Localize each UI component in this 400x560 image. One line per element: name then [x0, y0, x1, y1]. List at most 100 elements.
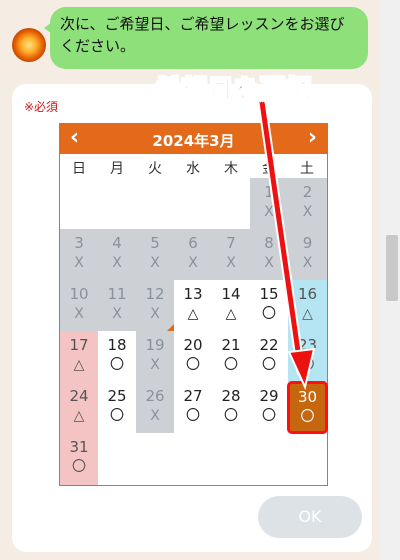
- day-number: 29: [259, 387, 279, 405]
- availability-mark: 〇: [262, 306, 276, 322]
- availability-mark: X: [150, 306, 160, 322]
- availability-mark: 〇: [186, 408, 200, 424]
- day-number: 22: [259, 336, 279, 354]
- day-number: 20: [183, 336, 203, 354]
- availability-mark: 〇: [262, 408, 276, 424]
- required-label: ※必須: [24, 100, 59, 114]
- weekday-fri: 金: [262, 161, 276, 177]
- availability-mark: X: [112, 255, 122, 271]
- availability-mark: X: [302, 255, 313, 271]
- availability-mark: X: [112, 306, 122, 322]
- day-cell[interactable]: 31 〇: [60, 433, 98, 485]
- day-number: 14: [221, 285, 241, 303]
- availability-mark: △: [73, 357, 85, 373]
- day-cell: 6X: [174, 229, 212, 280]
- day-cell: 4X: [98, 229, 136, 280]
- annotation-label: 希望日を選択: [155, 75, 313, 105]
- day-cell: 2 X: [288, 178, 327, 229]
- ok-button[interactable]: OK: [258, 496, 362, 538]
- day-cell: 1 X: [250, 178, 288, 229]
- day-cell: 12 X: [136, 280, 174, 331]
- day-cell[interactable]: 13 △: [174, 280, 212, 331]
- weekday-tue: 火: [148, 161, 162, 177]
- day-cell[interactable]: 22 〇: [250, 331, 288, 382]
- day-cell: 26 X: [136, 382, 174, 433]
- availability-mark: X: [264, 255, 274, 271]
- day-number: 6: [188, 234, 198, 252]
- availability-mark: X: [74, 255, 84, 271]
- availability-mark: X: [150, 255, 160, 271]
- day-cell[interactable]: 25 〇: [98, 382, 136, 433]
- day-number: 3: [74, 234, 84, 252]
- day-number: 23: [297, 336, 318, 354]
- day-cell: 11 X: [98, 280, 136, 331]
- chat-message: 次に、ご希望日、ご希望レッスンをお選びください。: [60, 15, 345, 55]
- next-month-button[interactable]: ›: [308, 126, 317, 150]
- availability-mark: X: [264, 204, 274, 220]
- day-cell[interactable]: 17 △: [60, 331, 98, 382]
- day-number: 16: [297, 285, 318, 303]
- day-cell[interactable]: 15 〇: [250, 280, 288, 331]
- availability-mark: X: [226, 255, 236, 271]
- day-number: 26: [145, 387, 165, 405]
- day-cell[interactable]: 20 〇: [174, 331, 212, 382]
- avatar: [12, 28, 46, 62]
- day-cell[interactable]: 29 〇: [250, 382, 288, 433]
- day-cell: 8X: [250, 229, 288, 280]
- scrollbar-thumb[interactable]: [386, 235, 398, 301]
- calendar-header: ‹ 2024年3月 ›: [60, 124, 327, 154]
- chat-bubble: 次に、ご希望日、ご希望レッスンをお選びください。: [50, 7, 368, 69]
- availability-mark: X: [150, 408, 160, 424]
- availability-mark: 〇: [110, 408, 124, 424]
- availability-mark: X: [74, 306, 84, 322]
- weekday-row: 日 月 火 水 木 金 土: [60, 154, 327, 178]
- weekday-sat: 土: [300, 161, 314, 177]
- availability-mark: 〇: [300, 409, 315, 425]
- day-cell-selected[interactable]: 30 〇: [287, 381, 328, 434]
- availability-mark: 〇: [224, 357, 238, 373]
- day-number: 18: [107, 336, 127, 354]
- availability-mark: X: [188, 255, 198, 271]
- availability-mark: 〇: [72, 459, 86, 475]
- availability-mark: 〇: [300, 357, 315, 373]
- availability-mark: △: [73, 408, 85, 424]
- day-number: 5: [150, 234, 160, 252]
- day-cell[interactable]: 18 〇: [98, 331, 136, 382]
- weekday-sun: 日: [72, 161, 86, 177]
- availability-mark: 〇: [262, 357, 276, 373]
- day-number: 2: [302, 183, 313, 201]
- day-cell[interactable]: 27 〇: [174, 382, 212, 433]
- availability-mark: X: [150, 357, 160, 373]
- day-number: 8: [264, 234, 274, 252]
- day-number: 7: [226, 234, 236, 252]
- day-number: 13: [183, 285, 203, 303]
- day-number: 12: [145, 285, 165, 303]
- day-number: 25: [107, 387, 127, 405]
- day-cell[interactable]: 14 △: [212, 280, 250, 331]
- day-cell: 19 X: [136, 331, 174, 382]
- day-cell[interactable]: 23 〇: [288, 331, 327, 382]
- day-number: 11: [107, 285, 127, 303]
- availability-mark: X: [302, 204, 313, 220]
- availability-mark: △: [187, 306, 199, 322]
- day-number: 4: [112, 234, 122, 252]
- day-cell[interactable]: 21 〇: [212, 331, 250, 382]
- day-cell: 7X: [212, 229, 250, 280]
- day-number: 24: [69, 387, 89, 405]
- day-number: 1: [264, 183, 274, 201]
- availability-mark: 〇: [224, 408, 238, 424]
- day-cell[interactable]: 28 〇: [212, 382, 250, 433]
- day-cell: 9X: [288, 229, 327, 280]
- day-cell[interactable]: 16 △: [288, 280, 327, 331]
- availability-mark: △: [302, 306, 313, 322]
- availability-mark: △: [225, 306, 237, 322]
- calendar-title: 2024年3月: [152, 132, 235, 150]
- day-number: 27: [183, 387, 203, 405]
- weekday-wed: 水: [186, 161, 200, 177]
- day-number: 31: [69, 438, 89, 456]
- day-number: 28: [221, 387, 241, 405]
- day-cell: 10 X: [60, 280, 98, 331]
- day-cell: 5X: [136, 229, 174, 280]
- day-cell[interactable]: 24 △: [60, 382, 98, 433]
- day-number: 10: [69, 285, 89, 303]
